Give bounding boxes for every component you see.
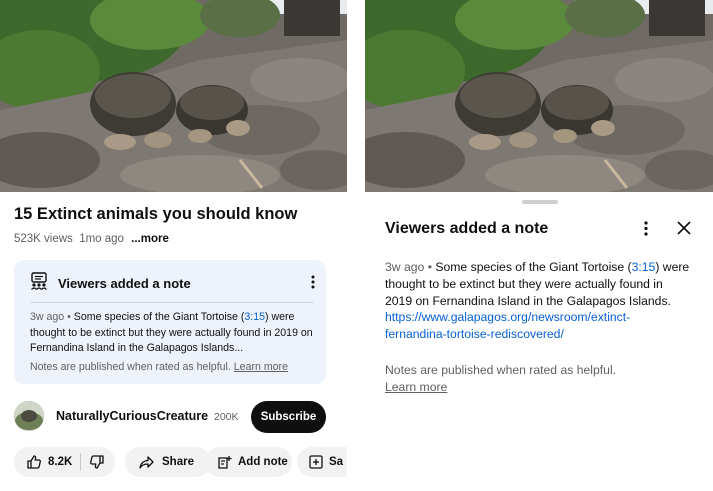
note-text-part: Some species of the Giant Tortoise ( — [73, 311, 245, 323]
close-icon[interactable] — [676, 220, 692, 236]
note-card-heading: Viewers added a note — [58, 275, 191, 291]
like-count[interactable]: 8.2K — [48, 456, 72, 468]
learn-more-link[interactable]: Learn more — [234, 361, 288, 373]
video-watch-page: 15 Extinct animals you should know 523K … — [0, 0, 347, 491]
save-playlist-icon — [309, 455, 323, 469]
viewers-note-card[interactable]: Viewers added a note 3w ago • Some speci… — [14, 260, 326, 384]
thumbs-down-icon[interactable] — [89, 454, 105, 470]
video-title[interactable]: 15 Extinct animals you should know — [14, 205, 297, 224]
sheet-title: Viewers added a note — [385, 220, 549, 237]
video-player[interactable] — [365, 0, 713, 192]
subscribe-button[interactable]: Subscribe — [251, 401, 326, 433]
note-text: 3w ago • Some species of the Giant Torto… — [30, 310, 320, 357]
subscriber-count: 200K — [214, 411, 239, 423]
bullet-separator: • — [67, 311, 71, 323]
upload-age: 1mo ago — [79, 233, 124, 245]
note-text-part: Some species of the Giant Tortoise ( — [435, 260, 632, 274]
share-button[interactable]: Share — [125, 447, 211, 477]
note-card-header: Viewers added a note — [30, 271, 191, 295]
video-frame-image — [0, 0, 347, 192]
learn-more-link[interactable]: Learn more — [385, 380, 447, 394]
channel-row: NaturallyCuriousCreature 200K Subscribe — [14, 401, 334, 433]
note-footer-text: Notes are published when rated as helpfu… — [385, 363, 617, 377]
save-button[interactable]: Sa — [297, 447, 347, 477]
bullet-separator: • — [427, 260, 432, 274]
more-options-icon[interactable] — [310, 274, 316, 290]
video-player[interactable] — [0, 0, 347, 192]
sheet-note-text: 3w ago • Some species of the Giant Torto… — [385, 259, 690, 343]
note-bottom-sheet: Viewers added a note 3w ago • Some speci… — [365, 192, 713, 491]
note-age: 3w ago — [385, 260, 425, 274]
screenshot-gap — [347, 0, 365, 491]
view-count: 523K views — [14, 233, 73, 245]
note-sheet-view: Viewers added a note 3w ago • Some speci… — [365, 0, 713, 491]
share-label: Share — [162, 456, 194, 468]
add-note-label: Add note — [238, 456, 288, 468]
sheet-drag-handle[interactable] — [522, 200, 558, 204]
note-age: 3w ago — [30, 311, 65, 323]
note-divider — [30, 302, 314, 303]
note-footer-text: Notes are published when rated as helpfu… — [30, 361, 231, 373]
timestamp-link[interactable]: 3:15 — [632, 260, 656, 274]
more-options-icon[interactable] — [643, 220, 649, 237]
more-link[interactable]: ...more — [131, 233, 169, 245]
action-bar: 8.2K Share Add note Sa — [14, 447, 347, 477]
channel-name[interactable]: NaturallyCuriousCreature — [56, 409, 208, 423]
note-footer: Notes are published when rated as helpfu… — [30, 361, 288, 373]
sheet-footer: Notes are published when rated as helpfu… — [385, 362, 685, 396]
like-dislike-pill: 8.2K — [14, 447, 115, 477]
save-label: Sa — [329, 456, 344, 468]
add-note-icon — [217, 455, 232, 470]
channel-avatar[interactable] — [14, 401, 44, 431]
share-arrow-icon — [139, 455, 154, 469]
video-frame-image — [365, 0, 713, 192]
add-note-button[interactable]: Add note — [205, 447, 292, 477]
thumbs-up-icon[interactable] — [26, 454, 42, 470]
timestamp-link[interactable]: 3:15 — [244, 311, 265, 323]
viewers-note-icon — [30, 271, 48, 295]
like-separator — [80, 453, 82, 471]
source-url-link[interactable]: https://www.galapagos.org/newsroom/extin… — [385, 310, 630, 341]
video-meta[interactable]: 523K views 1mo ago ...more — [14, 233, 169, 245]
